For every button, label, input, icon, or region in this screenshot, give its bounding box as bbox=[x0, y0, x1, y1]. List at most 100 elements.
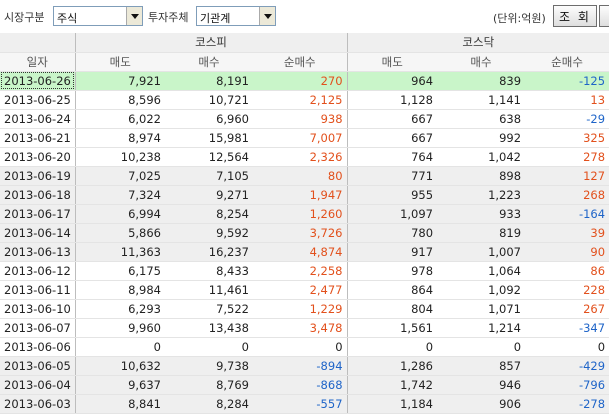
table-row[interactable]: 2013-06-17 6,994 8,254 1,260 1,097 933 -164 bbox=[0, 204, 609, 224]
chevron-down-icon[interactable] bbox=[259, 7, 275, 25]
table-row[interactable]: 2013-06-11 8,984 11,461 2,477 864 1,092 228 bbox=[0, 280, 609, 300]
kospi-sell-cell: 7,921 bbox=[74, 71, 165, 91]
table-row[interactable]: 2013-06-07 9,960 13,438 3,478 1,561 1,214 -347 bbox=[0, 318, 609, 338]
kosdaq-net-cell: 268 bbox=[525, 185, 609, 205]
investor-label: 투자주체 bbox=[148, 11, 189, 24]
kosdaq-buy-cell: 898 bbox=[437, 166, 526, 186]
kospi-buy-cell: 6,960 bbox=[165, 109, 253, 129]
kospi-net-cell: -894 bbox=[253, 356, 348, 376]
kosdaq-buy-cell: 1,042 bbox=[437, 147, 526, 167]
market-label: 시장구분 bbox=[4, 11, 45, 24]
header-kospi-buy[interactable]: 매수 bbox=[165, 52, 253, 72]
kosdaq-sell-cell: 667 bbox=[346, 109, 438, 129]
kospi-buy-cell: 8,769 bbox=[165, 375, 253, 395]
table-row[interactable]: 2013-06-14 5,866 9,592 3,726 780 819 39 bbox=[0, 223, 609, 243]
kosdaq-sell-cell: 917 bbox=[346, 242, 438, 262]
header-kosdaq-sell[interactable]: 매도 bbox=[346, 52, 438, 72]
kosdaq-sell-cell: 1,184 bbox=[346, 394, 438, 414]
kosdaq-buy-cell: 1,071 bbox=[437, 299, 526, 319]
kospi-sell-cell: 8,841 bbox=[74, 394, 165, 414]
table-row[interactable]: 2013-06-12 6,175 8,433 2,258 978 1,064 86 bbox=[0, 261, 609, 281]
kospi-sell-cell: 9,637 bbox=[74, 375, 165, 395]
table-row[interactable]: 2013-06-19 7,025 7,105 80 771 898 127 bbox=[0, 166, 609, 186]
chevron-down-icon[interactable] bbox=[126, 7, 142, 25]
table-row[interactable]: 2013-06-24 6,022 6,960 938 667 638 -29 bbox=[0, 109, 609, 129]
table-row[interactable]: 2013-06-20 10,238 12,564 2,326 764 1,042 278 bbox=[0, 147, 609, 167]
header-row-columns: 일자 매도 매수 순매수 매도 매수 순매수 bbox=[0, 52, 609, 72]
table-row[interactable]: 2013-06-06 0 0 0 0 0 0 bbox=[0, 337, 609, 357]
kospi-net-cell: -557 bbox=[253, 394, 348, 414]
kospi-buy-cell: 8,433 bbox=[165, 261, 253, 281]
kosdaq-net-cell: 267 bbox=[525, 299, 609, 319]
kosdaq-buy-cell: 1,092 bbox=[437, 280, 526, 300]
kospi-net-cell: 1,229 bbox=[253, 299, 348, 319]
kospi-net-cell: 3,726 bbox=[253, 223, 348, 243]
kosdaq-buy-cell: 0 bbox=[437, 337, 526, 357]
kospi-sell-cell: 10,632 bbox=[74, 356, 165, 376]
kospi-buy-cell: 0 bbox=[165, 337, 253, 357]
header-blank bbox=[0, 33, 75, 53]
market-select[interactable]: 주식 bbox=[53, 6, 143, 26]
kospi-net-cell: 2,477 bbox=[253, 280, 348, 300]
table-row[interactable]: 2013-06-04 9,637 8,769 -868 1,742 946 -796 bbox=[0, 375, 609, 395]
kosdaq-net-cell: -347 bbox=[525, 318, 609, 338]
kosdaq-net-cell: -278 bbox=[525, 394, 609, 414]
table-row[interactable]: 2013-06-03 8,841 8,284 -557 1,184 906 -278 bbox=[0, 394, 609, 414]
kosdaq-net-cell: -429 bbox=[525, 356, 609, 376]
investor-select[interactable]: 기관계 bbox=[196, 6, 276, 26]
row-date: 2013-06-14 bbox=[0, 223, 75, 243]
kospi-sell-cell: 6,022 bbox=[74, 109, 165, 129]
kosdaq-sell-cell: 1,128 bbox=[346, 90, 438, 110]
kosdaq-buy-cell: 638 bbox=[437, 109, 526, 129]
row-date: 2013-06-18 bbox=[0, 185, 75, 205]
row-date: 2013-06-07 bbox=[0, 318, 75, 338]
kospi-buy-cell: 8,254 bbox=[165, 204, 253, 224]
kospi-sell-cell: 0 bbox=[74, 337, 165, 357]
market-select-value: 주식 bbox=[57, 12, 78, 25]
kospi-sell-cell: 8,596 bbox=[74, 90, 165, 110]
extra-button[interactable] bbox=[599, 5, 609, 27]
table-row[interactable]: 2013-06-05 10,632 9,738 -894 1,286 857 -429 bbox=[0, 356, 609, 376]
kosdaq-sell-cell: 667 bbox=[346, 128, 438, 148]
row-date: 2013-06-25 bbox=[0, 90, 75, 110]
kospi-net-cell: 3,478 bbox=[253, 318, 348, 338]
kospi-sell-cell: 6,293 bbox=[74, 299, 165, 319]
kospi-buy-cell: 9,271 bbox=[165, 185, 253, 205]
header-kospi: 코스피 bbox=[74, 33, 348, 53]
row-date: 2013-06-10 bbox=[0, 299, 75, 319]
header-date[interactable]: 일자 bbox=[0, 52, 75, 72]
table-row[interactable]: 2013-06-10 6,293 7,522 1,229 804 1,071 267 bbox=[0, 299, 609, 319]
kospi-buy-cell: 16,237 bbox=[165, 242, 253, 262]
table-row[interactable]: 2013-06-18 7,324 9,271 1,947 955 1,223 268 bbox=[0, 185, 609, 205]
kospi-buy-cell: 8,191 bbox=[165, 71, 253, 91]
row-date: 2013-06-06 bbox=[0, 337, 75, 357]
table-row[interactable]: 2013-06-26 7,921 8,191 270 964 839 -125 bbox=[0, 71, 609, 91]
kosdaq-buy-cell: 933 bbox=[437, 204, 526, 224]
header-kospi-net[interactable]: 순매수 bbox=[253, 52, 348, 72]
kosdaq-buy-cell: 857 bbox=[437, 356, 526, 376]
kosdaq-buy-cell: 1,214 bbox=[437, 318, 526, 338]
kosdaq-buy-cell: 819 bbox=[437, 223, 526, 243]
kospi-buy-cell: 10,721 bbox=[165, 90, 253, 110]
kospi-sell-cell: 10,238 bbox=[74, 147, 165, 167]
kospi-sell-cell: 9,960 bbox=[74, 318, 165, 338]
kosdaq-sell-cell: 0 bbox=[346, 337, 438, 357]
search-button[interactable]: 조 회 bbox=[553, 5, 597, 27]
row-date: 2013-06-04 bbox=[0, 375, 75, 395]
kospi-buy-cell: 13,438 bbox=[165, 318, 253, 338]
kospi-sell-cell: 8,984 bbox=[74, 280, 165, 300]
toolbar: 시장구분 주식 투자주체 기관계 (단위:억원) 조 회 bbox=[0, 0, 609, 33]
row-date: 2013-06-12 bbox=[0, 261, 75, 281]
kospi-buy-cell: 11,461 bbox=[165, 280, 253, 300]
table-row[interactable]: 2013-06-13 11,363 16,237 4,874 917 1,007 90 bbox=[0, 242, 609, 262]
table-row[interactable]: 2013-06-21 8,974 15,981 7,007 667 992 325 bbox=[0, 128, 609, 148]
header-kospi-sell[interactable]: 매도 bbox=[74, 52, 165, 72]
kosdaq-buy-cell: 1,007 bbox=[437, 242, 526, 262]
header-kosdaq-net[interactable]: 순매수 bbox=[525, 52, 609, 72]
kosdaq-net-cell: 325 bbox=[525, 128, 609, 148]
kospi-sell-cell: 7,324 bbox=[74, 185, 165, 205]
header-kosdaq-buy[interactable]: 매수 bbox=[437, 52, 526, 72]
table-row[interactable]: 2013-06-25 8,596 10,721 2,125 1,128 1,141 13 bbox=[0, 90, 609, 110]
kospi-net-cell: 1,260 bbox=[253, 204, 348, 224]
kospi-buy-cell: 9,592 bbox=[165, 223, 253, 243]
